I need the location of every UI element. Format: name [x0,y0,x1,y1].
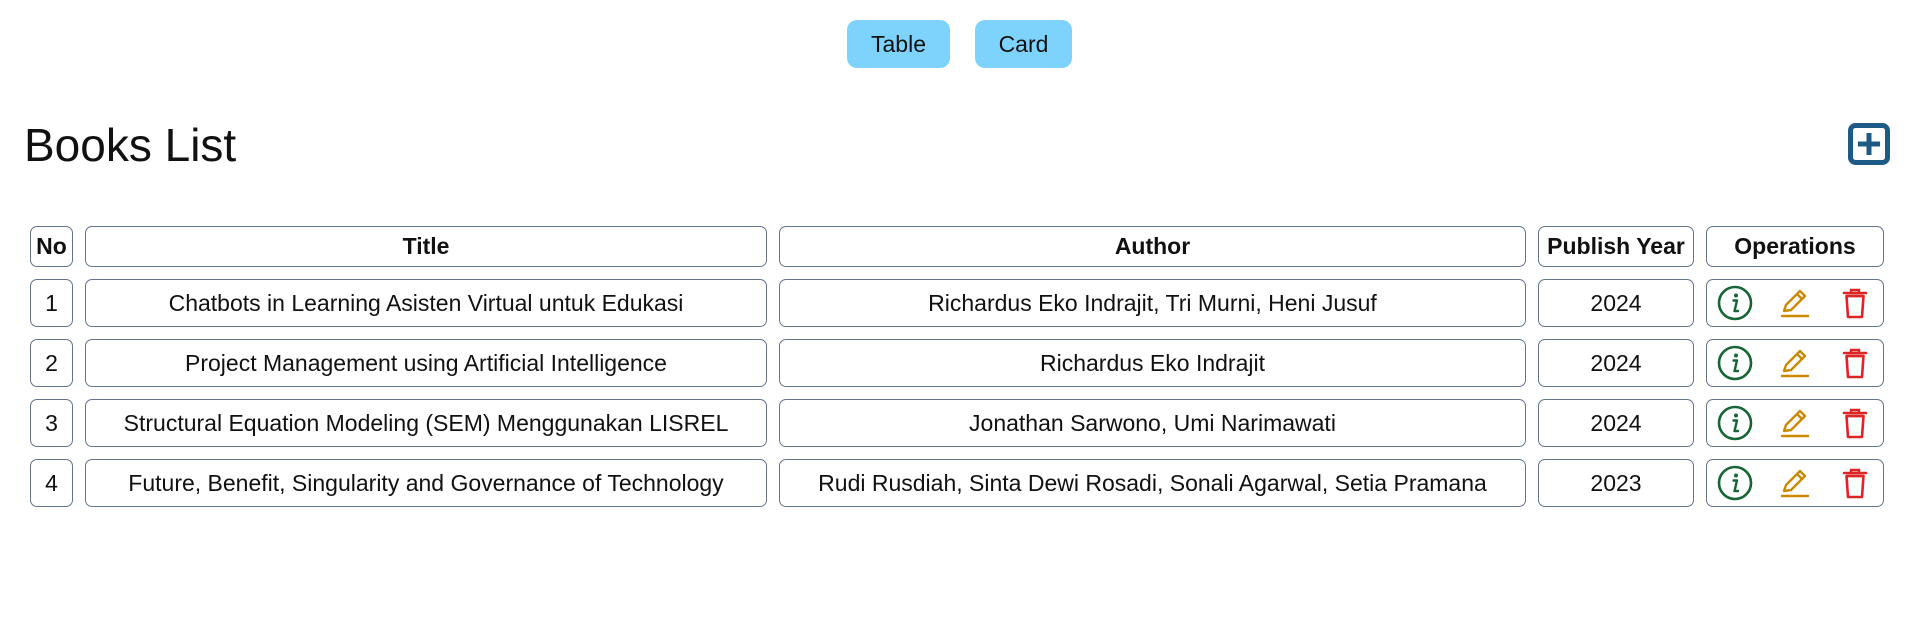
plus-square-icon [1848,123,1890,165]
info-circle-icon[interactable] [1716,344,1754,382]
trash-icon[interactable] [1836,464,1874,502]
books-table: No Title Author Publish Year Operations … [18,214,1896,519]
cell-publish-year: 2023 [1538,459,1694,507]
operations-group [1707,340,1883,386]
cell-publish-year: 2024 [1538,279,1694,327]
column-header-title: Title [85,226,767,267]
cell-no: 3 [30,399,73,447]
operations-group [1707,400,1883,446]
table-row: 1 Chatbots in Learning Asisten Virtual u… [30,279,1884,327]
books-table-container: No Title Author Publish Year Operations … [30,226,1896,519]
trash-icon[interactable] [1836,344,1874,382]
cell-author: Richardus Eko Indrajit, Tri Murni, Heni … [779,279,1526,327]
table-row: 3 Structural Equation Modeling (SEM) Men… [30,399,1884,447]
pencil-icon[interactable] [1776,464,1814,502]
cell-publish-year: 2024 [1538,399,1694,447]
cell-title: Chatbots in Learning Asisten Virtual unt… [85,279,767,327]
cell-title: Project Management using Artificial Inte… [85,339,767,387]
table-view-button[interactable]: Table [847,20,950,68]
cell-operations [1706,339,1884,387]
info-circle-icon[interactable] [1716,284,1754,322]
pencil-icon[interactable] [1776,344,1814,382]
column-header-operations: Operations [1706,226,1884,267]
column-header-no: No [30,226,73,267]
cell-operations [1706,459,1884,507]
page-title: Books List [24,119,237,171]
column-header-publish-year: Publish Year [1538,226,1694,267]
trash-icon[interactable] [1836,404,1874,442]
cell-operations [1706,279,1884,327]
cell-publish-year: 2024 [1538,339,1694,387]
cell-title: Structural Equation Modeling (SEM) Mengg… [85,399,767,447]
cell-no: 4 [30,459,73,507]
cell-no: 1 [30,279,73,327]
pencil-icon[interactable] [1776,404,1814,442]
operations-group [1707,280,1883,326]
column-header-author: Author [779,226,1526,267]
books-page: Table Card Books List No Title Author Pu… [0,0,1919,631]
info-circle-icon[interactable] [1716,464,1754,502]
table-row: 2 Project Management using Artificial In… [30,339,1884,387]
card-view-button[interactable]: Card [975,20,1072,68]
info-circle-icon[interactable] [1716,404,1754,442]
trash-icon[interactable] [1836,284,1874,322]
cell-author: Rudi Rusdiah, Sinta Dewi Rosadi, Sonali … [779,459,1526,507]
cell-author: Jonathan Sarwono, Umi Narimawati [779,399,1526,447]
cell-no: 2 [30,339,73,387]
table-header-row: No Title Author Publish Year Operations [30,226,1884,267]
table-row: 4 Future, Benefit, Singularity and Gover… [30,459,1884,507]
pencil-icon[interactable] [1776,284,1814,322]
view-toggle: Table Card [0,20,1919,68]
operations-group [1707,460,1883,506]
cell-author: Richardus Eko Indrajit [779,339,1526,387]
cell-operations [1706,399,1884,447]
cell-title: Future, Benefit, Singularity and Governa… [85,459,767,507]
add-book-button[interactable] [1848,123,1890,165]
